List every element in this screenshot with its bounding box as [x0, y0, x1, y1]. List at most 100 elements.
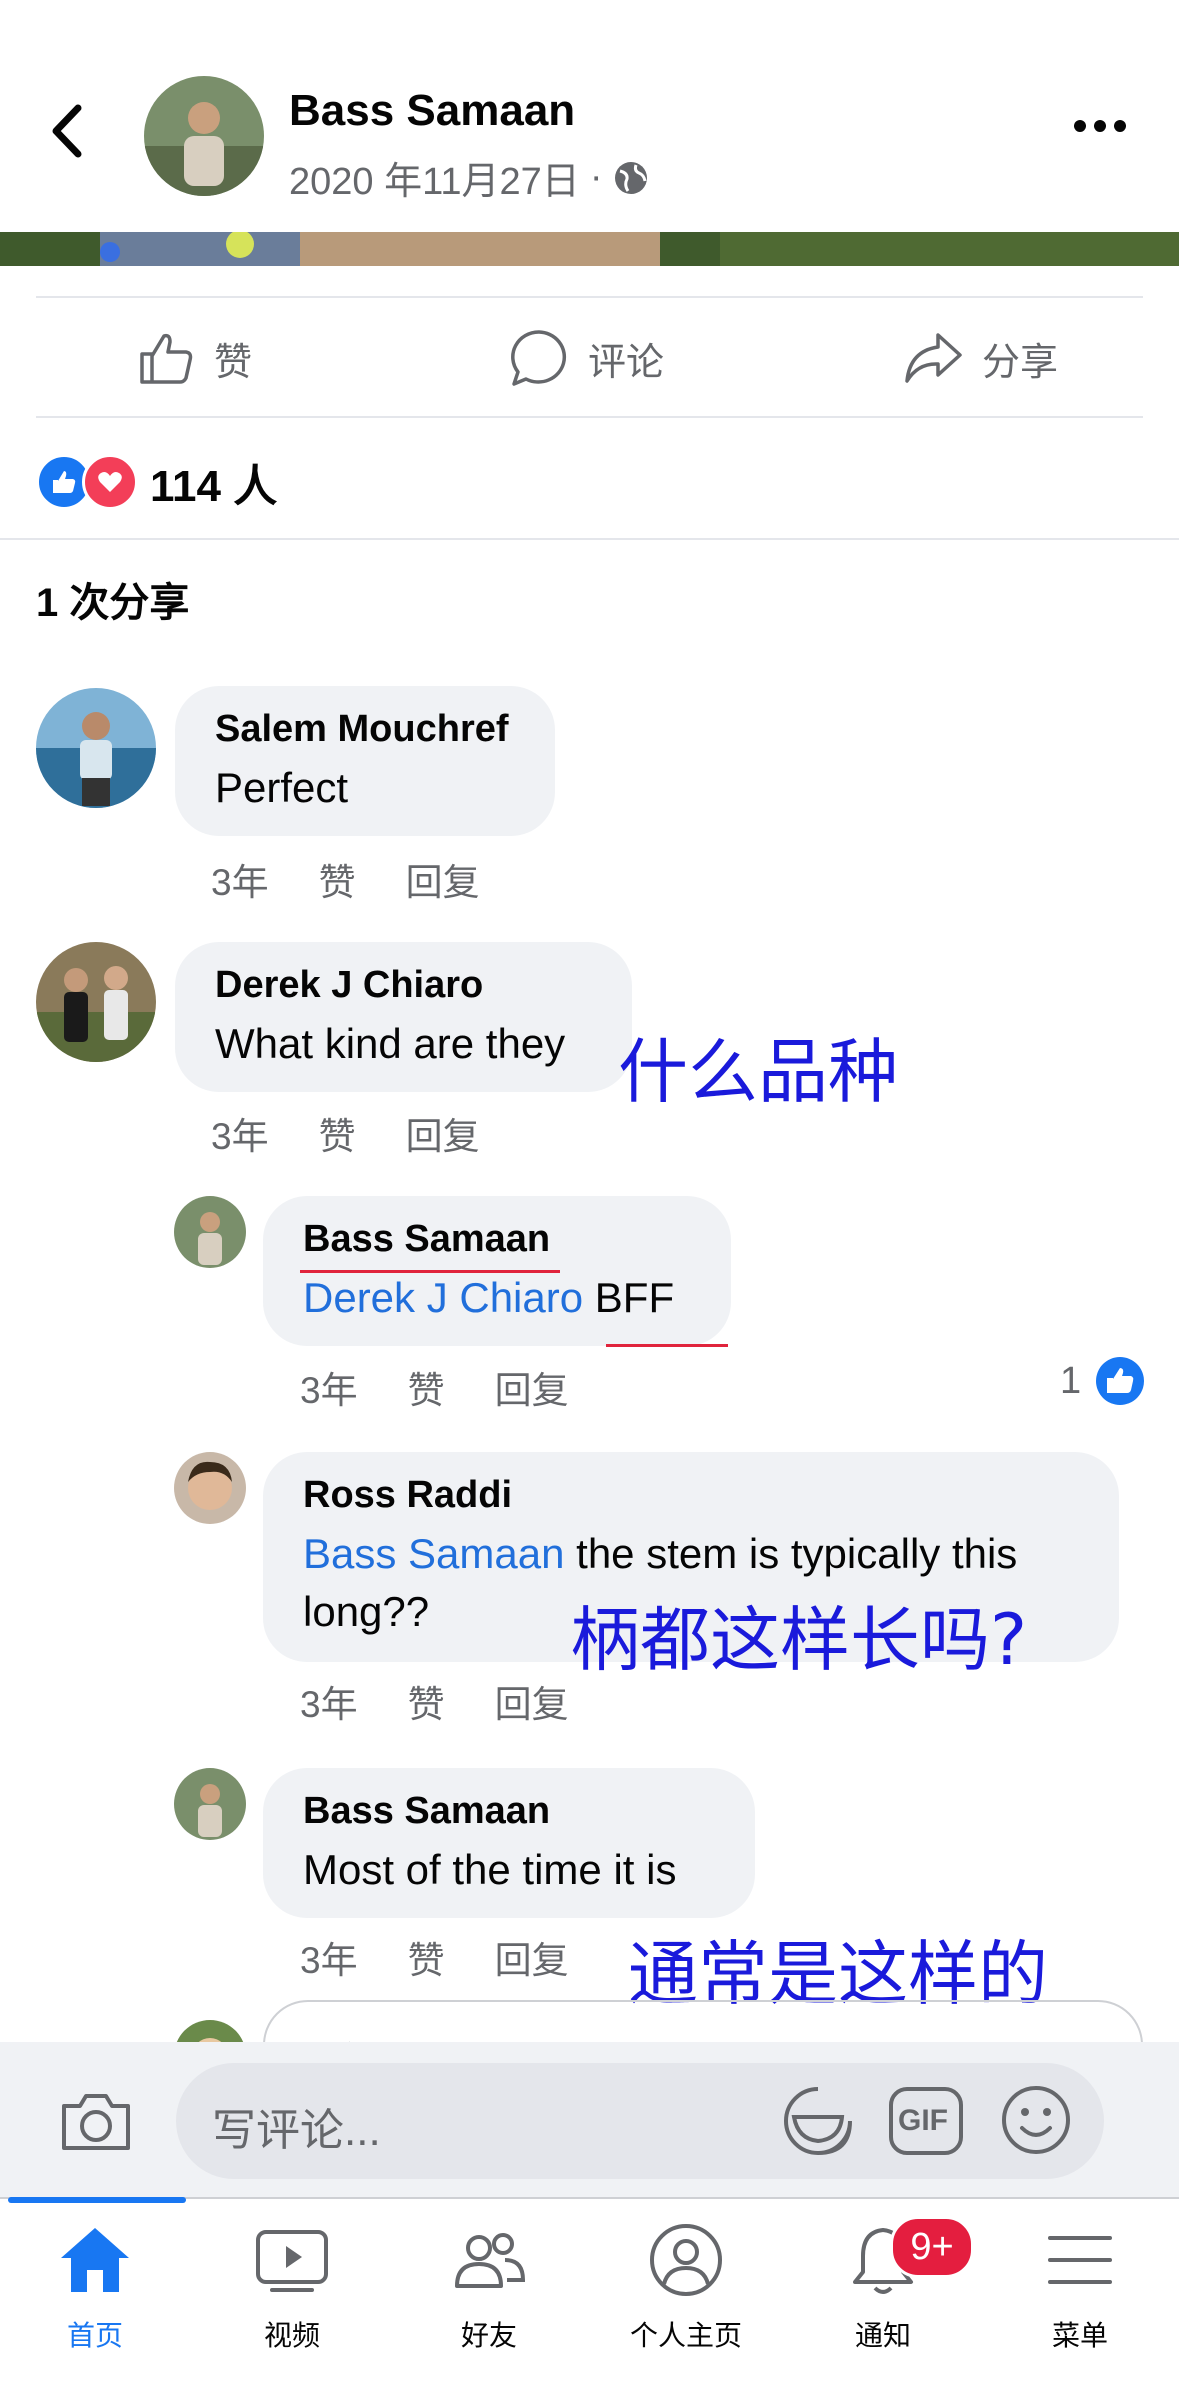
comment-like-count[interactable]: 1 [1060, 1356, 1145, 1406]
commenter-name[interactable]: Bass Samaan [303, 1790, 715, 1833]
post-date: 2020 年11月27日 · [289, 150, 650, 205]
comment-bubble-icon [511, 330, 567, 386]
commenter-name[interactable]: Salem Mouchref [215, 708, 515, 751]
reaction-count: 114 人 [150, 462, 278, 511]
comment-time: 3年 [300, 1684, 358, 1725]
comment-like-button[interactable]: 赞 [408, 1674, 445, 1728]
commenter-name[interactable]: Ross Raddi [303, 1474, 1079, 1517]
sticker-icon [784, 2087, 852, 2155]
camera-button[interactable] [56, 2082, 136, 2162]
comment-text: Most of the time it is [303, 1846, 677, 1893]
comment-like-button[interactable]: 赞 [319, 852, 356, 906]
comment-text-body: BFF [583, 1274, 675, 1321]
like-count-value: 1 [1060, 1359, 1082, 1402]
divider [36, 416, 1143, 418]
date-separator: · [589, 156, 603, 198]
tab-friends[interactable]: 好友 [414, 2220, 564, 2354]
author-avatar[interactable] [144, 76, 264, 196]
tab-label: 好友 [460, 2320, 517, 2351]
tab-label: 视频 [263, 2320, 320, 2351]
comment-reply-button[interactable]: 回复 [406, 1106, 480, 1160]
comment-like-button[interactable]: 赞 [408, 1360, 445, 1414]
comment-text: Derek J Chiaro BFF [303, 1269, 691, 1327]
thumbs-up-icon [140, 333, 193, 384]
tab-video[interactable]: 视频 [217, 2220, 367, 2354]
underline-annotation [300, 1270, 560, 1273]
reply-bubble[interactable]: Bass Samaan Most of the time it is [263, 1768, 755, 1918]
shares-count[interactable]: 1 次分享 [36, 570, 189, 628]
gif-label: GIF [898, 2104, 948, 2137]
avatar[interactable] [36, 688, 156, 808]
menu-icon [1048, 2236, 1112, 2284]
comment-time: 3年 [211, 862, 269, 903]
more-options-button[interactable] [1070, 116, 1140, 156]
mention-link[interactable]: Derek J Chiaro [303, 1274, 583, 1321]
post-author-name[interactable]: Bass Samaan [289, 86, 575, 136]
home-icon [61, 2228, 129, 2292]
tab-label: 首页 [66, 2320, 123, 2351]
commenter-name[interactable]: Bass Samaan [303, 1218, 691, 1261]
share-action-label: 分享 [982, 341, 1059, 384]
like-action-label: 赞 [214, 341, 253, 384]
like-action-button[interactable]: 赞 [136, 318, 252, 398]
comment-reply-button[interactable]: 回复 [495, 1674, 569, 1728]
underline-annotation [606, 1344, 728, 1347]
tab-label: 菜单 [1051, 2320, 1108, 2351]
back-button[interactable] [42, 96, 102, 176]
comment-reply-button[interactable]: 回复 [495, 1360, 569, 1414]
mention-link[interactable]: Bass Samaan [303, 1530, 564, 1577]
comment-reply-button[interactable]: 回复 [495, 1930, 569, 1984]
friends-icon [455, 2233, 526, 2288]
comment-bubble[interactable]: Salem Mouchref Perfect [175, 686, 555, 836]
gif-button[interactable]: GIF [888, 2086, 964, 2156]
comment-meta: 3年 赞 回复 [211, 852, 480, 906]
comment-action-label: 评论 [588, 341, 665, 384]
tab-profile[interactable]: 个人主页 [611, 2220, 761, 2354]
love-reaction-icon [82, 454, 138, 510]
smiley-icon [1002, 2086, 1070, 2154]
comment-text: Perfect [215, 764, 349, 811]
share-action-button[interactable]: 分享 [902, 318, 1058, 398]
comment-like-button[interactable]: 赞 [319, 1106, 356, 1160]
like-reaction-icon [1096, 1357, 1145, 1405]
bottom-tab-bar [0, 2197, 1179, 2393]
sticker-button[interactable] [780, 2083, 856, 2159]
comment-time: 3年 [300, 1940, 358, 1981]
annotation-text: 柄都这样长吗? [570, 1599, 1028, 1681]
comment-text: What kind are they [215, 1020, 566, 1067]
post-date-text: 2020 年11月27日 [289, 161, 580, 203]
annotation-text: 什么品种 [618, 1031, 898, 1113]
globe-icon [615, 161, 648, 194]
comment-meta: 3年 赞 回复 [211, 1106, 480, 1160]
chevron-left-icon [52, 104, 82, 158]
camera-icon [62, 2094, 130, 2150]
video-icon [256, 2230, 328, 2292]
commenter-name[interactable]: Derek J Chiaro [215, 964, 592, 1007]
post-photo[interactable] [0, 232, 1179, 266]
more-horizontal-icon [1074, 120, 1126, 132]
tab-home[interactable]: 首页 [20, 2220, 170, 2354]
comment-meta: 3年 赞 回复 [300, 1930, 569, 1984]
comment-bubble[interactable]: Derek J Chiaro What kind are they [175, 942, 632, 1092]
comment-like-button[interactable]: 赞 [408, 1930, 445, 1984]
divider [0, 538, 1179, 540]
tab-label: 通知 [854, 2320, 911, 2351]
emoji-button[interactable] [1000, 2084, 1072, 2156]
reactions-summary[interactable]: 114 人 [36, 452, 277, 512]
comment-input-placeholder: 写评论... [212, 2106, 381, 2155]
comment-meta: 3年 赞 回复 [300, 1360, 569, 1414]
comment-action-button[interactable]: 评论 [508, 318, 664, 398]
share-arrow-icon [905, 333, 962, 383]
active-tab-indicator [8, 2197, 186, 2203]
notification-badge: 9+ [890, 2216, 974, 2278]
tab-menu[interactable]: 菜单 [1005, 2220, 1155, 2354]
avatar[interactable] [174, 1452, 246, 1524]
avatar[interactable] [174, 1196, 246, 1268]
profile-icon [650, 2224, 722, 2296]
comment-time: 3年 [300, 1370, 358, 1411]
avatar[interactable] [174, 1768, 246, 1840]
comment-meta: 3年 赞 回复 [300, 1674, 569, 1728]
avatar[interactable] [36, 942, 156, 1062]
divider [36, 296, 1143, 298]
comment-reply-button[interactable]: 回复 [406, 852, 480, 906]
